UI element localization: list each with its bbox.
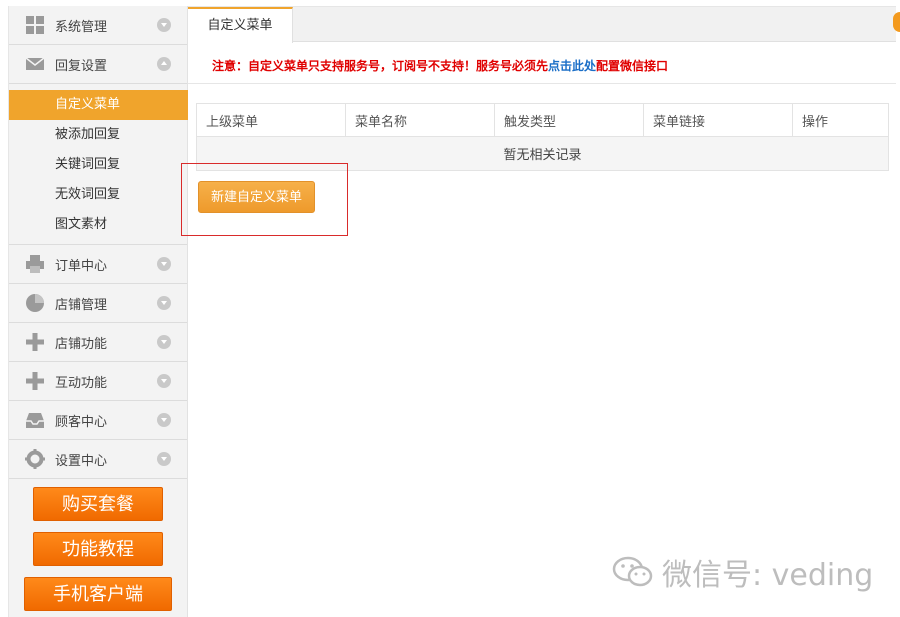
nav-settings-center[interactable]: 设置中心 <box>9 440 187 479</box>
nav-label: 店铺管理 <box>55 297 108 313</box>
chevron-down-icon <box>157 18 171 32</box>
chevron-down-icon <box>157 452 171 466</box>
tab-custom-menu[interactable]: 自定义菜单 <box>188 7 293 43</box>
envelope-icon <box>25 57 45 70</box>
pie-chart-icon <box>26 294 44 312</box>
tutorial-button[interactable]: 功能教程 <box>33 532 163 566</box>
buy-package-button[interactable]: 购买套餐 <box>33 487 163 521</box>
nav-label: 设置中心 <box>55 453 108 469</box>
grid-icon <box>26 16 44 34</box>
table-header-row: 上级菜单 菜单名称 触发类型 菜单链接 操作 <box>196 103 889 137</box>
nav-label: 回复设置 <box>55 58 108 74</box>
notice-prefix: 注意：自定义菜单只支持服务号，订阅号不支持！服务号必须先 <box>212 59 549 73</box>
tab-bar: 自定义菜单 <box>188 6 896 43</box>
column-header: 菜单链接 <box>643 103 793 137</box>
watermark: 微信号: veding <box>612 550 873 594</box>
sub-item-custom-menu[interactable]: 自定义菜单 <box>9 90 188 120</box>
nav-label: 订单中心 <box>55 258 108 274</box>
plus-icon <box>26 333 44 351</box>
nav-store-management[interactable]: 店铺管理 <box>9 284 187 323</box>
nav-customer-center[interactable]: 顾客中心 <box>9 401 187 440</box>
nav-system-management[interactable]: 系统管理 <box>9 6 187 45</box>
watermark-text: 微信号: veding <box>662 558 874 593</box>
edge-circle-icon <box>893 12 900 32</box>
sub-item-follow-reply[interactable]: 被添加回复 <box>9 120 187 150</box>
chevron-down-icon <box>157 374 171 388</box>
mobile-client-button[interactable]: 手机客户端 <box>24 577 172 611</box>
sub-item-media-library[interactable]: 图文素材 <box>9 210 187 240</box>
chevron-down-icon <box>157 257 171 271</box>
gear-icon <box>25 449 45 469</box>
sub-item-invalid-word-reply[interactable]: 无效词回复 <box>9 180 187 210</box>
divider <box>188 83 896 84</box>
new-custom-menu-button[interactable]: 新建自定义菜单 <box>198 181 315 213</box>
column-header: 触发类型 <box>494 103 644 137</box>
plus-icon <box>26 372 44 390</box>
column-header: 操作 <box>792 103 889 137</box>
inbox-icon <box>26 413 44 428</box>
chevron-down-icon <box>157 335 171 349</box>
nav-label: 店铺功能 <box>55 336 108 352</box>
chevron-down-icon <box>157 296 171 310</box>
nav-label: 系统管理 <box>55 19 108 35</box>
notice-text: 注意：自定义菜单只支持服务号，订阅号不支持！服务号必须先点击此处配置微信接口 <box>212 57 668 74</box>
nav-store-features[interactable]: 店铺功能 <box>9 323 187 362</box>
printer-icon <box>26 255 44 273</box>
column-header: 菜单名称 <box>345 103 495 137</box>
nav-label: 互动功能 <box>55 375 108 391</box>
sub-item-keyword-reply[interactable]: 关键词回复 <box>9 150 187 180</box>
wechat-icon <box>612 556 653 587</box>
custom-menu-table: 上级菜单 菜单名称 触发类型 菜单链接 操作 暂无相关记录 <box>196 103 889 171</box>
nav-label: 顾客中心 <box>55 414 108 430</box>
chevron-up-icon <box>157 57 171 71</box>
chevron-down-icon <box>157 413 171 427</box>
notice-suffix: 配置微信接口 <box>596 59 669 73</box>
sidebar: 系统管理 回复设置 自定义菜单 被添加回复 关键词回复 无效词回复 图文素材 订… <box>8 6 188 617</box>
nav-order-center[interactable]: 订单中心 <box>9 245 187 284</box>
reply-settings-submenu: 自定义菜单 被添加回复 关键词回复 无效词回复 图文素材 <box>9 84 188 245</box>
side-buttons: 购买套餐 功能教程 手机客户端 <box>9 479 187 611</box>
nav-reply-settings[interactable]: 回复设置 <box>9 45 187 84</box>
config-link[interactable]: 点击此处 <box>548 59 596 73</box>
column-header: 上级菜单 <box>196 103 346 137</box>
nav-interactive-features[interactable]: 互动功能 <box>9 362 187 401</box>
